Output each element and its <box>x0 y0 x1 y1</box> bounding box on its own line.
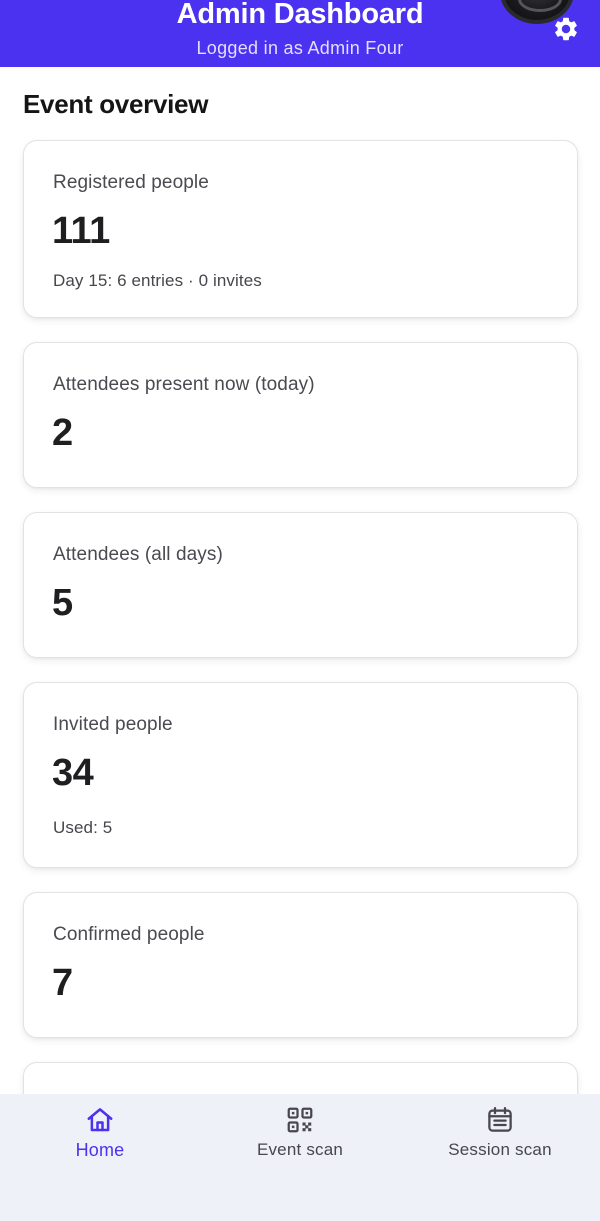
app-root: Admin Dashboard Logged in as Admin Four … <box>0 0 600 1221</box>
card-value: 2 <box>52 412 73 454</box>
qr-code-icon <box>284 1104 316 1136</box>
stat-card-attendees-all-days[interactable]: Attendees (all days) 5 <box>23 512 578 658</box>
nav-label-session-scan: Session scan <box>448 1140 552 1159</box>
logged-in-user: Logged in as Admin Four <box>196 38 404 58</box>
settings-button[interactable] <box>550 13 582 45</box>
card-label: Invited people <box>53 714 173 735</box>
nav-label-home: Home <box>75 1140 125 1160</box>
nav-label-event-scan: Event scan <box>256 1140 344 1159</box>
gear-icon <box>555 17 577 41</box>
card-value: 5 <box>52 582 73 624</box>
nav-item-home[interactable]: Home <box>0 1104 200 1174</box>
stat-card-present-today[interactable]: Attendees present now (today) 2 <box>23 342 578 488</box>
card-label: Confirmed people <box>53 924 205 945</box>
nav-item-event-scan[interactable]: Event scan <box>200 1104 400 1174</box>
bottom-navigation: Home Event scan Session scan <box>0 1094 600 1221</box>
card-label: Registered people <box>53 172 209 193</box>
stat-card-registered[interactable]: Registered people 111 Day 15: 6 entries … <box>23 140 578 318</box>
card-value: 7 <box>52 962 73 1004</box>
card-note: Used: 5 <box>53 818 113 837</box>
stat-card-partial[interactable] <box>23 1062 578 1094</box>
card-note: Day 15: 6 entries · 0 invites <box>53 271 262 290</box>
section-title: Event overview <box>23 89 209 119</box>
card-label: Attendees (all days) <box>53 544 223 565</box>
home-icon <box>84 1104 116 1136</box>
card-label: Attendees present now (today) <box>53 374 315 395</box>
stat-card-confirmed[interactable]: Confirmed people 7 <box>23 892 578 1038</box>
app-header: Admin Dashboard Logged in as Admin Four <box>0 0 600 67</box>
stat-card-invited[interactable]: Invited people 34 Used: 5 <box>23 682 578 868</box>
nav-item-session-scan[interactable]: Session scan <box>400 1104 600 1174</box>
calendar-list-icon <box>484 1104 516 1136</box>
card-value: 111 <box>52 210 110 252</box>
dashboard-content[interactable]: Event overview Registered people 111 Day… <box>0 67 600 1094</box>
card-value: 34 <box>52 752 94 794</box>
